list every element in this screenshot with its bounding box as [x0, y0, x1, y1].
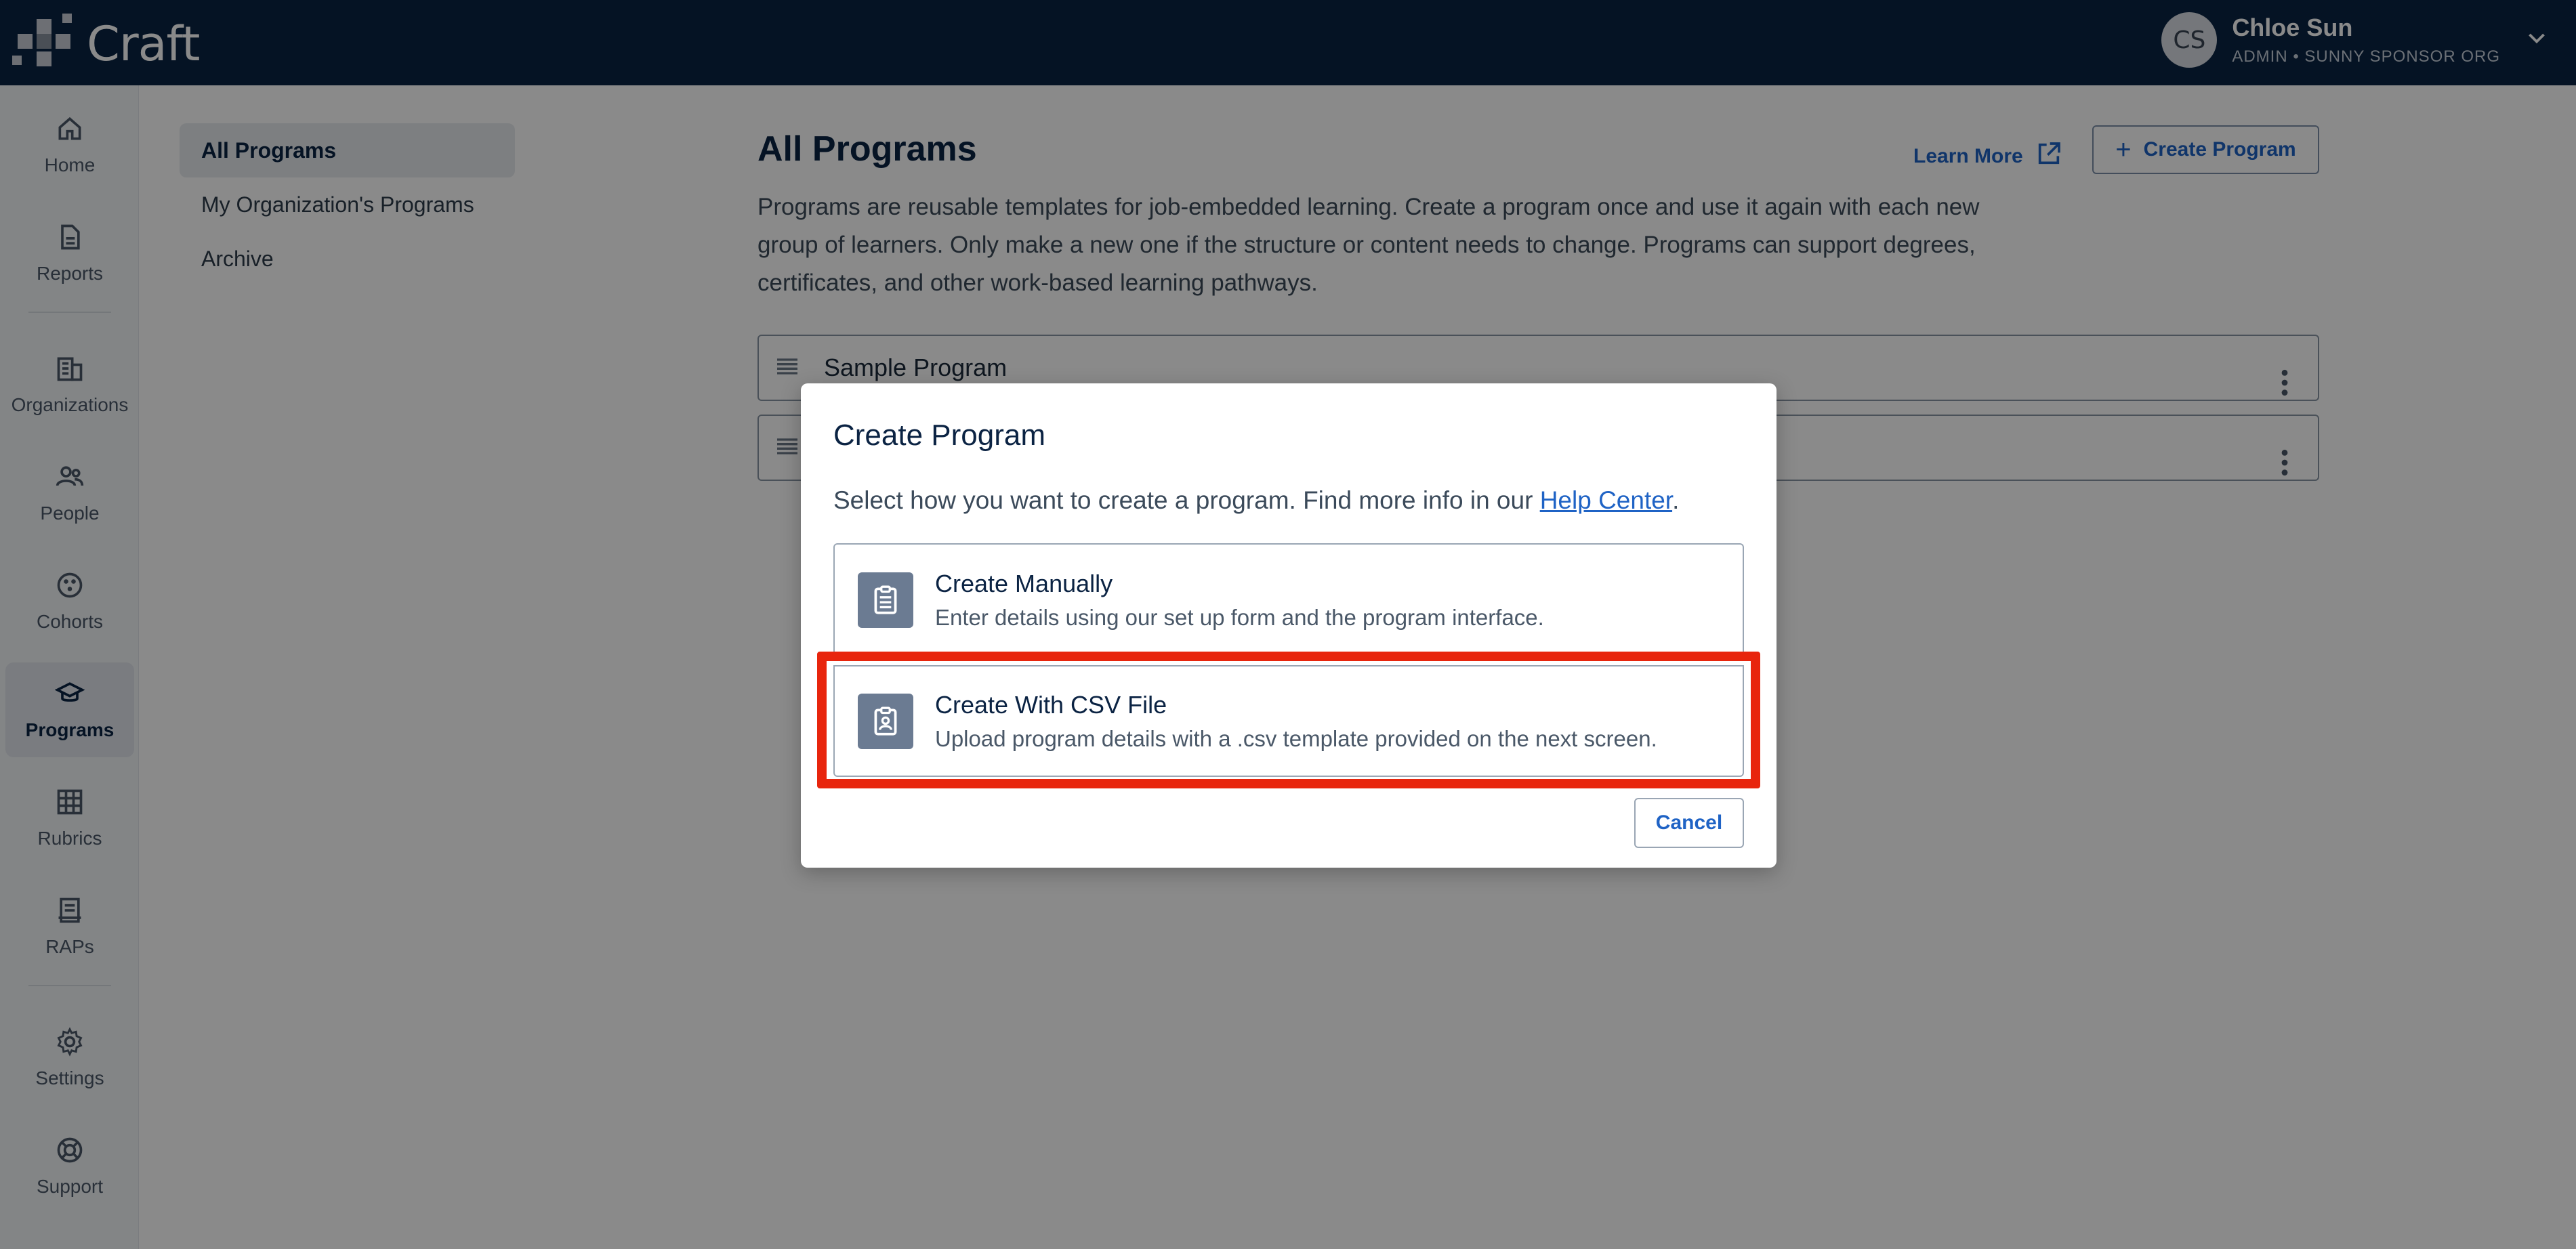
dialog-description-end: . — [1672, 486, 1680, 514]
dialog-description: Select how you want to create a program.… — [833, 486, 1679, 515]
create-manually-option[interactable]: Create Manually Enter details using our … — [833, 543, 1744, 655]
dialog-description-text: Select how you want to create a program.… — [833, 486, 1540, 514]
create-program-dialog: Create Program Select how you want to cr… — [801, 383, 1777, 868]
help-center-link[interactable]: Help Center — [1540, 486, 1672, 514]
clipboard-icon — [858, 572, 913, 628]
cancel-button[interactable]: Cancel — [1634, 798, 1744, 848]
option-title: Create Manually — [935, 569, 1113, 597]
option-subtitle: Enter details using our set up form and … — [935, 604, 1544, 630]
dialog-title: Create Program — [833, 419, 1046, 452]
highlight-box — [817, 652, 1760, 788]
